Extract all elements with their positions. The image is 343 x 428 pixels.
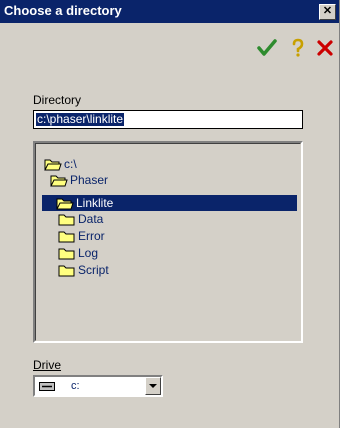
directory-label: Directory xyxy=(33,93,82,107)
tree-item-c-root[interactable]: c:\ xyxy=(44,156,104,172)
cancel-button[interactable] xyxy=(315,38,335,58)
tree-item-label: Phaser xyxy=(70,173,109,187)
tree-item-label: c:\ xyxy=(64,157,77,171)
tree-item-label: Data xyxy=(78,212,104,226)
drive-dropdown-button[interactable] xyxy=(145,377,161,395)
dialog-title: Choose a directory xyxy=(4,3,122,18)
directory-tree[interactable]: c:\ Phaser Linklite Data Error Log Scrip… xyxy=(33,141,303,343)
tree-item-script[interactable]: Script xyxy=(58,262,128,278)
ok-button[interactable] xyxy=(257,38,277,58)
tree-item-label: Script xyxy=(78,263,109,277)
drive-label: Drive xyxy=(33,358,62,372)
drive-select-value: c: xyxy=(71,380,80,392)
tree-item-linklite[interactable]: Linklite xyxy=(42,195,297,211)
tree-item-label: Log xyxy=(78,246,99,260)
checkmark-icon xyxy=(257,39,277,56)
question-mark-icon xyxy=(292,38,304,57)
title-bar: Choose a directory ✕ xyxy=(0,0,339,23)
close-icon: ✕ xyxy=(322,5,333,17)
tree-item-phaser[interactable]: Phaser xyxy=(50,172,120,188)
x-icon xyxy=(317,40,333,56)
folder-open-icon xyxy=(50,175,68,187)
folder-open-icon xyxy=(44,159,62,171)
tree-item-log[interactable]: Log xyxy=(58,245,128,261)
folder-icon xyxy=(58,265,75,277)
tree-item-data[interactable]: Data xyxy=(58,211,128,227)
folder-icon xyxy=(58,214,75,226)
drive-select[interactable]: c: xyxy=(33,375,163,397)
tree-item-label: Error xyxy=(78,229,105,243)
hard-drive-icon xyxy=(39,382,55,391)
directory-tree-inner: c:\ Phaser Linklite Data Error Log Scrip… xyxy=(35,143,301,341)
folder-open-icon xyxy=(56,198,74,210)
tree-item-label: Linklite xyxy=(76,196,114,210)
help-button[interactable] xyxy=(288,38,308,58)
tree-item-error[interactable]: Error xyxy=(58,228,128,244)
chevron-down-icon xyxy=(149,384,157,388)
folder-icon xyxy=(58,231,75,243)
directory-input-value: c:\phaser\linklite xyxy=(36,112,125,126)
close-button[interactable]: ✕ xyxy=(319,4,336,20)
choose-directory-dialog: Choose a directory ✕ Directory c:\phaser… xyxy=(0,0,340,428)
folder-icon xyxy=(58,248,75,260)
directory-input[interactable]: c:\phaser\linklite xyxy=(33,110,303,129)
